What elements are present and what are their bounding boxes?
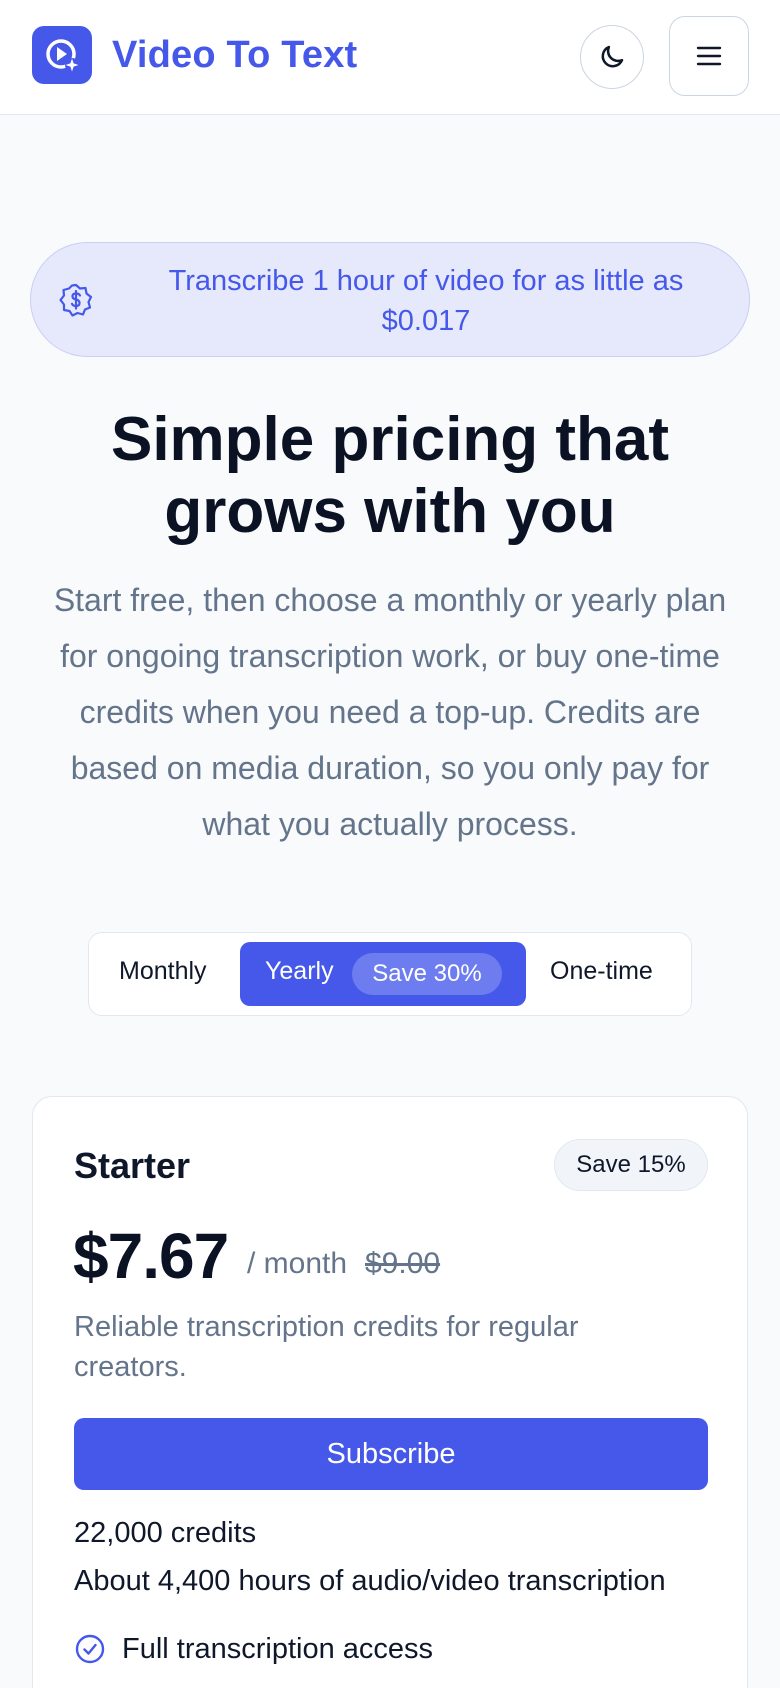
theme-toggle-button[interactable] <box>580 25 644 89</box>
page-title: Simple pricing that grows with you <box>110 405 670 546</box>
tab-one-time[interactable]: One-time <box>550 957 653 986</box>
feature-item: Full transcription access <box>74 1629 433 1669</box>
plan-hours: About 4,400 hours of audio/video transcr… <box>74 1565 666 1597</box>
yearly-save-badge: Save 30% <box>352 953 502 995</box>
tab-monthly[interactable]: Monthly <box>119 957 207 986</box>
hamburger-menu-icon <box>696 46 722 66</box>
page-subtitle: Start free, then choose a monthly or yea… <box>53 582 727 842</box>
tab-yearly[interactable]: Yearly Save 30% <box>240 942 526 1006</box>
feature-label: Full transcription access <box>122 1632 434 1665</box>
menu-button[interactable] <box>669 16 749 96</box>
plan-save-badge: Save 15% <box>554 1139 708 1191</box>
plan-credits: 22,000 credits <box>74 1517 256 1550</box>
promo-banner: Transcribe 1 hour of video for as little… <box>30 242 750 357</box>
plan-original-price: $9.00 <box>365 1247 441 1280</box>
plan-price: $7.67 <box>73 1220 229 1292</box>
promo-text: Transcribe 1 hour of video for as little… <box>168 265 684 337</box>
check-circle-icon <box>75 1634 105 1664</box>
dollar-badge-icon <box>59 283 93 317</box>
plan-description: Reliable transcription credits for regul… <box>74 1311 579 1383</box>
tab-yearly-label: Yearly <box>265 957 334 985</box>
moon-icon <box>601 45 624 68</box>
billing-period-toggle: Monthly Yearly Save 30% One-time <box>88 932 692 1016</box>
plan-card-starter: Starter Save 15% $7.67 / month $9.00 Rel… <box>32 1096 748 1688</box>
plan-credits-amount: 22,000 <box>74 1517 163 1549</box>
top-header: Video To Text <box>0 0 780 115</box>
plan-credits-unit: credits <box>170 1517 257 1549</box>
app-name[interactable]: Video To Text <box>112 34 357 77</box>
plan-period: / month <box>247 1247 348 1280</box>
app-logo[interactable] <box>32 26 92 84</box>
subscribe-button[interactable]: Subscribe <box>74 1418 708 1490</box>
play-sparkle-icon <box>46 39 79 72</box>
plan-name: Starter <box>74 1145 191 1186</box>
